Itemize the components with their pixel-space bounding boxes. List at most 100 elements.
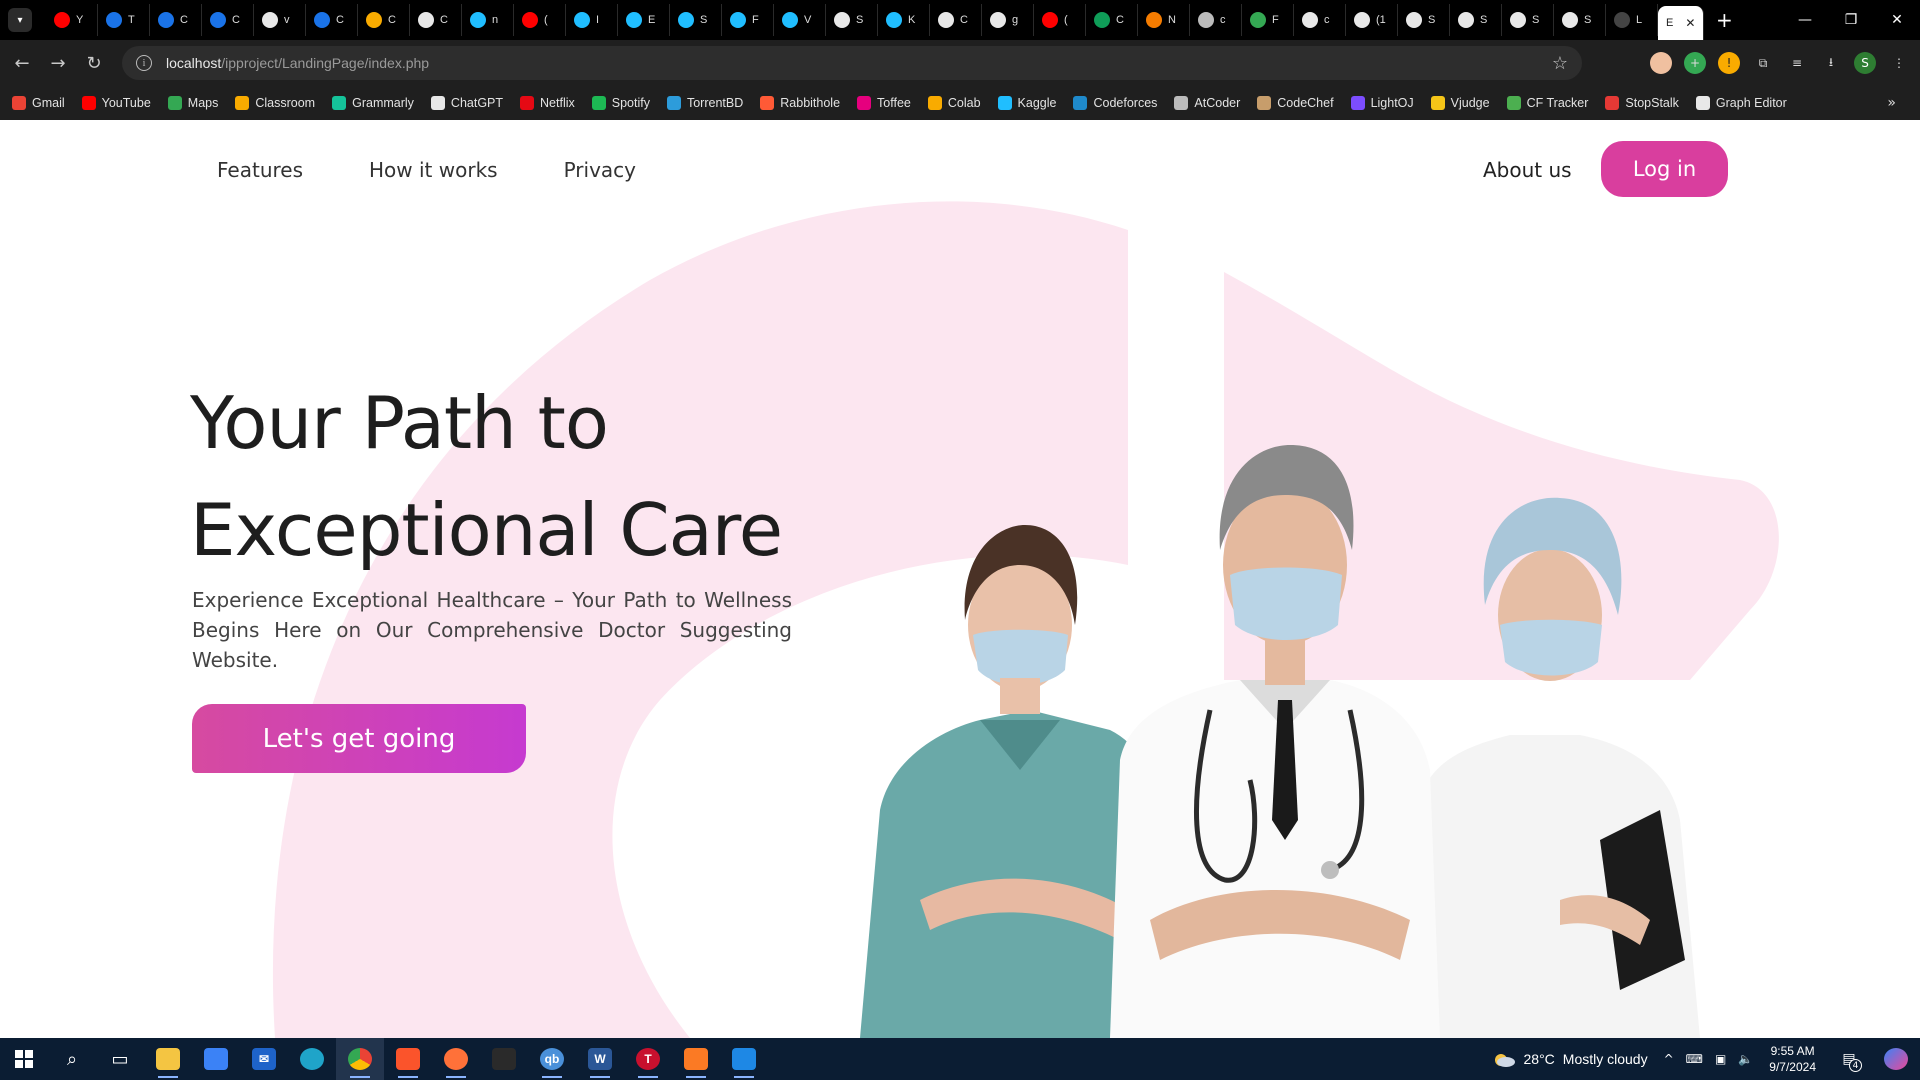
url-text[interactable]: localhost/ipproject/LandingPage/index.ph… [166, 55, 429, 71]
game-app-icon[interactable] [480, 1038, 528, 1080]
profile-avatar[interactable]: S [1854, 52, 1876, 74]
language-icon[interactable]: ⌨ [1686, 1052, 1703, 1066]
menu-kebab-icon[interactable]: ⋮ [1888, 52, 1910, 74]
reload-button[interactable]: ↻ [76, 45, 112, 81]
word-icon[interactable]: W [576, 1038, 624, 1080]
forward-button[interactable]: → [40, 45, 76, 81]
bookmark-item[interactable]: Spotify [591, 96, 650, 110]
copilot-icon[interactable] [1872, 1038, 1920, 1080]
browser-tab[interactable]: n [462, 4, 514, 36]
browser-tab[interactable]: C [202, 4, 254, 36]
extension-icon[interactable]: ! [1718, 52, 1740, 74]
site-info-icon[interactable]: i [136, 55, 152, 71]
browser-tab[interactable]: S [1502, 4, 1554, 36]
browser-tab[interactable]: C [358, 4, 410, 36]
nav-privacy-link[interactable]: Privacy [564, 158, 636, 182]
qbittorrent-icon[interactable]: qb [528, 1038, 576, 1080]
bookmark-item[interactable]: Graph Editor [1695, 96, 1787, 110]
browser-tab[interactable]: N [1138, 4, 1190, 36]
xampp-icon[interactable] [672, 1038, 720, 1080]
bookmark-item[interactable]: StopStalk [1605, 96, 1679, 110]
login-button[interactable]: Log in [1601, 141, 1728, 197]
browser-tab[interactable]: S [826, 4, 878, 36]
bookmark-item[interactable]: Toffee [857, 96, 911, 110]
close-window-button[interactable]: ✕ [1874, 0, 1920, 40]
download-icon[interactable]: ⭳ [1820, 52, 1842, 74]
start-button[interactable] [0, 1038, 48, 1080]
back-button[interactable]: ← [4, 45, 40, 81]
address-bar[interactable]: i localhost/ipproject/LandingPage/index.… [122, 46, 1582, 80]
tab-search-button[interactable]: ▾ [8, 8, 32, 32]
browser-tab[interactable]: F [722, 4, 774, 36]
extension-icon[interactable] [1650, 52, 1672, 74]
browser-tab[interactable]: S [1450, 4, 1502, 36]
bookmark-item[interactable]: Maps [167, 96, 218, 110]
bookmark-item[interactable]: Codeforces [1073, 96, 1157, 110]
bookmark-item[interactable]: LightOJ [1350, 96, 1414, 110]
bookmark-item[interactable]: Vjudge [1430, 96, 1490, 110]
get-started-button[interactable]: Let's get going [192, 704, 526, 773]
browser-tab[interactable]: V [774, 4, 826, 36]
bookmark-star-icon[interactable]: ☆ [1552, 53, 1568, 74]
bookmark-item[interactable]: Netflix [520, 96, 575, 110]
weather-widget[interactable]: 28°C Mostly cloudy [1492, 1051, 1648, 1067]
browser-tab[interactable]: I [566, 4, 618, 36]
browser-tab[interactable]: E [618, 4, 670, 36]
browser-tab[interactable]: v [254, 4, 306, 36]
minimize-button[interactable]: — [1782, 0, 1828, 40]
browser-tab[interactable]: T [98, 4, 150, 36]
puzzle-icon[interactable]: ⧉ [1752, 52, 1774, 74]
brave-icon[interactable] [384, 1038, 432, 1080]
browser-tab[interactable]: K [878, 4, 930, 36]
edge-icon[interactable] [288, 1038, 336, 1080]
bookmark-item[interactable]: Classroom [235, 96, 315, 110]
browser-tab[interactable]: g [982, 4, 1034, 36]
taskbar-search-icon[interactable]: ⌕ [48, 1038, 96, 1080]
bookmark-item[interactable]: Kaggle [997, 96, 1056, 110]
nav-features-link[interactable]: Features [217, 158, 303, 182]
volume-icon[interactable]: 🔈 [1738, 1052, 1753, 1066]
bookmark-item[interactable]: Gmail [12, 96, 65, 110]
close-tab-icon[interactable]: ✕ [1685, 16, 1695, 30]
browser-tab[interactable]: C [1086, 4, 1138, 36]
browser-tab[interactable]: C [306, 4, 358, 36]
bookmark-item[interactable]: Colab [927, 96, 981, 110]
browser-tab[interactable]: Y [46, 4, 98, 36]
chevron-up-icon[interactable]: ^ [1664, 1052, 1674, 1066]
file-explorer-icon[interactable] [144, 1038, 192, 1080]
mail-icon[interactable]: ✉ [240, 1038, 288, 1080]
notification-center-icon[interactable]: ▤ 4 [1834, 1044, 1864, 1074]
browser-tab[interactable]: c [1294, 4, 1346, 36]
bookmark-item[interactable]: ChatGPT [430, 96, 503, 110]
browser-tab[interactable]: L [1606, 4, 1658, 36]
task-view-icon[interactable]: ▭ [96, 1038, 144, 1080]
browser-tab[interactable]: C [410, 4, 462, 36]
browser-tab[interactable]: C [930, 4, 982, 36]
browser-tab[interactable]: S [1398, 4, 1450, 36]
browser-tab[interactable]: ( [514, 4, 566, 36]
store-icon[interactable] [192, 1038, 240, 1080]
chrome-icon[interactable] [336, 1038, 384, 1080]
browser-tab[interactable]: S [670, 4, 722, 36]
active-browser-tab[interactable]: E ✕ [1658, 6, 1704, 40]
nav-how-it-works-link[interactable]: How it works [369, 158, 498, 182]
bookmark-item[interactable]: YouTube [81, 96, 151, 110]
restore-button[interactable]: ❐ [1828, 0, 1874, 40]
firefox-icon[interactable] [432, 1038, 480, 1080]
app-t-icon[interactable]: T [624, 1038, 672, 1080]
media-control-icon[interactable]: ≡ [1786, 52, 1808, 74]
browser-tab[interactable]: c [1190, 4, 1242, 36]
bookmark-item[interactable]: CF Tracker [1506, 96, 1588, 110]
more-bookmarks-icon[interactable]: » [1887, 95, 1896, 111]
bookmark-item[interactable]: AtCoder [1174, 96, 1240, 110]
extension-icon[interactable]: + [1684, 52, 1706, 74]
bookmark-item[interactable]: CodeChef [1257, 96, 1334, 110]
nav-about-us-link[interactable]: About us [1483, 158, 1572, 182]
bookmark-item[interactable]: Rabbithole [760, 96, 840, 110]
browser-tab[interactable]: S [1554, 4, 1606, 36]
browser-tab[interactable]: (1 [1346, 4, 1398, 36]
new-tab-button[interactable]: + [1716, 8, 1733, 32]
browser-tab[interactable]: ( [1034, 4, 1086, 36]
vscode-icon[interactable] [720, 1038, 768, 1080]
network-icon[interactable]: ▣ [1715, 1052, 1726, 1066]
